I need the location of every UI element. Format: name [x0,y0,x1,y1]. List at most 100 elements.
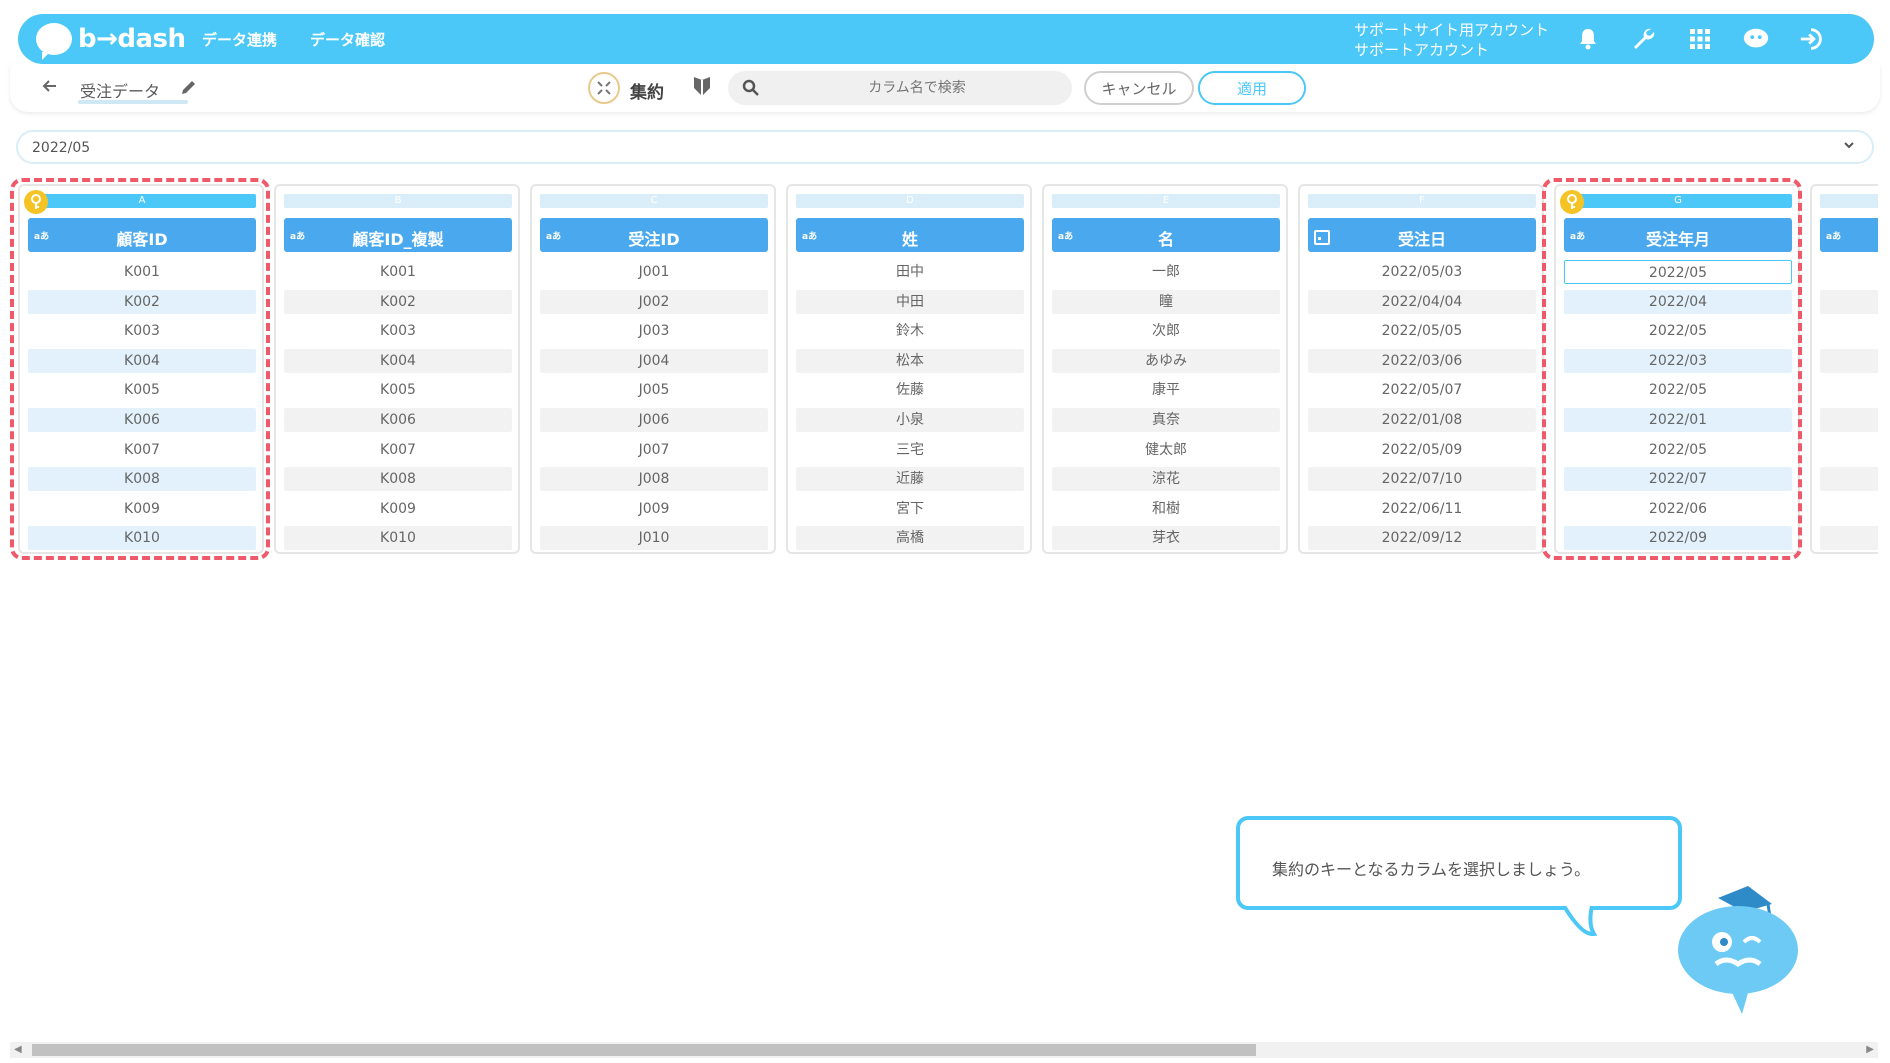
table-cell[interactable] [1820,378,1878,402]
table-cell[interactable]: 田中 [796,260,1024,284]
column-header[interactable]: aあ 顧客ID_複製 [284,218,512,252]
table-cell[interactable]: 康平 [1052,378,1280,402]
table-cell[interactable]: 佐藤 [796,378,1024,402]
table-cell[interactable]: 芽衣 [1052,526,1280,551]
table-cell[interactable]: J003 [540,319,768,343]
table-cell[interactable]: K007 [284,438,512,462]
aggregate-icon[interactable] [588,72,620,104]
table-cell[interactable]: K004 [284,348,512,373]
table-cell[interactable]: K010 [284,526,512,551]
column-partial[interactable]: aあ [1810,184,1878,554]
table-cell[interactable]: 2022/01/08 [1308,407,1536,432]
back-arrow-icon[interactable] [40,76,64,100]
bell-icon[interactable] [1574,25,1602,53]
table-cell[interactable]: J008 [540,467,768,492]
table-cell[interactable] [1820,438,1878,462]
tooltip-text: 集約のキーとなるカラムを選択しましょう。 [1272,860,1591,879]
table-cell[interactable]: 三宅 [796,438,1024,462]
table-cell[interactable]: K005 [284,378,512,402]
scroll-right-icon[interactable]: ▶ [1866,1044,1874,1055]
table-cell[interactable] [1820,467,1878,492]
grid-icon[interactable] [1686,25,1714,53]
table-cell[interactable]: K003 [284,319,512,343]
table-cell[interactable]: 2022/04/04 [1308,289,1536,314]
wrench-icon[interactable] [1630,25,1658,53]
search-input[interactable] [772,71,1062,105]
table-cell[interactable]: 次郎 [1052,319,1280,343]
scroll-thumb[interactable] [32,1044,1256,1056]
logo-text: b→dash [78,24,186,54]
apply-button[interactable]: 適用 [1198,71,1306,105]
table-cell[interactable]: K001 [284,260,512,284]
table-cell[interactable]: あゆみ [1052,348,1280,373]
table-cell[interactable]: 2022/09/12 [1308,526,1536,551]
column-f[interactable]: F 受注日 2022/05/03 2022/04/04 2022/05/05 2022… [1298,184,1544,554]
table-cell[interactable]: 高橋 [796,526,1024,551]
table-cell[interactable]: 近藤 [796,467,1024,492]
table-cell[interactable]: 和樹 [1052,497,1280,521]
table-cell[interactable]: J005 [540,378,768,402]
table-cell[interactable]: J007 [540,438,768,462]
column-e[interactable]: E aあ 名 一郎瞳次郎 あゆみ 康平 真奈 健太郎 涼花 和樹 芽衣 [1042,184,1288,554]
table-cell[interactable]: 2022/05/09 [1308,438,1536,462]
table-cell[interactable]: 真奈 [1052,407,1280,432]
table-cell[interactable]: 2022/07/10 [1308,467,1536,492]
nav-data-check[interactable]: データ確認 [310,29,385,50]
table-cell[interactable]: J009 [540,497,768,521]
table-cell[interactable]: 中田 [796,289,1024,314]
logo[interactable]: b→dash [36,21,186,60]
table-cell[interactable]: 2022/06/11 [1308,497,1536,521]
table-cell[interactable] [1820,289,1878,314]
table-cell[interactable]: J006 [540,407,768,432]
column-c[interactable]: C aあ 受注ID J001 J002 J003 J004 J005 J006 J007 J0… [530,184,776,554]
table-cell[interactable]: K009 [284,497,512,521]
scroll-left-icon[interactable]: ◀ [14,1044,22,1055]
table-cell[interactable]: 2022/05/05 [1308,319,1536,343]
search-box [728,71,1072,105]
shield-icon[interactable] [692,74,712,102]
table-cell[interactable]: 涼花 [1052,467,1280,492]
table-cell[interactable]: 瞳 [1052,289,1280,314]
column-d[interactable]: D aあ 姓 田中 中田 鈴木 松本 佐藤 小泉 三宅 近藤 宮下 高橋 [786,184,1032,554]
filter-select[interactable]: 2022/05 [16,130,1874,164]
table-cell[interactable]: K002 [284,289,512,314]
table-cell[interactable]: 鈴木 [796,319,1024,343]
table-cell[interactable] [1820,348,1878,373]
logout-icon[interactable] [1798,25,1826,53]
table-cell[interactable]: 健太郎 [1052,438,1280,462]
chevron-down-icon[interactable] [1842,138,1856,156]
account-info[interactable]: サポートサイト用アカウント サポートアカウント [1354,20,1549,60]
title-underline [78,100,188,104]
table-cell[interactable] [1820,526,1878,551]
table-cell[interactable]: 2022/05/07 [1308,378,1536,402]
column-header[interactable]: aあ 受注ID [540,218,768,252]
column-header[interactable]: aあ [1820,218,1878,252]
table-cell[interactable]: 一郎 [1052,260,1280,284]
table-cell[interactable]: J010 [540,526,768,551]
nav-data-integration[interactable]: データ連携 [202,29,277,50]
column-header[interactable]: aあ 姓 [796,218,1024,252]
table-cell[interactable] [1820,260,1878,284]
table-cell[interactable]: J004 [540,348,768,373]
table-cell[interactable] [1820,319,1878,343]
table-cell[interactable]: 2022/05/03 [1308,260,1536,284]
horizontal-scrollbar[interactable]: ◀ ▶ [10,1042,1878,1058]
table-cell[interactable]: 2022/03/06 [1308,348,1536,373]
column-rows: J001 J002 J003 J004 J005 J006 J007 J008 J009 J010 [540,260,768,556]
pencil-icon[interactable] [180,78,198,100]
table-cell[interactable]: J002 [540,289,768,314]
table-cell[interactable]: K008 [284,467,512,492]
search-icon [742,79,760,101]
table-cell[interactable]: J001 [540,260,768,284]
table-cell[interactable]: K006 [284,407,512,432]
table-cell[interactable]: 宮下 [796,497,1024,521]
table-cell[interactable]: 松本 [796,348,1024,373]
table-cell[interactable]: 小泉 [796,407,1024,432]
column-header[interactable]: aあ 名 [1052,218,1280,252]
table-cell[interactable] [1820,407,1878,432]
column-header[interactable]: 受注日 [1308,218,1536,252]
chat-icon[interactable] [1742,25,1770,53]
column-b[interactable]: B aあ 顧客ID_複製 K001 K002 K003 K004 K005 K006 K00… [274,184,520,554]
cancel-button[interactable]: キャンセル [1084,71,1194,105]
table-cell[interactable] [1820,497,1878,521]
